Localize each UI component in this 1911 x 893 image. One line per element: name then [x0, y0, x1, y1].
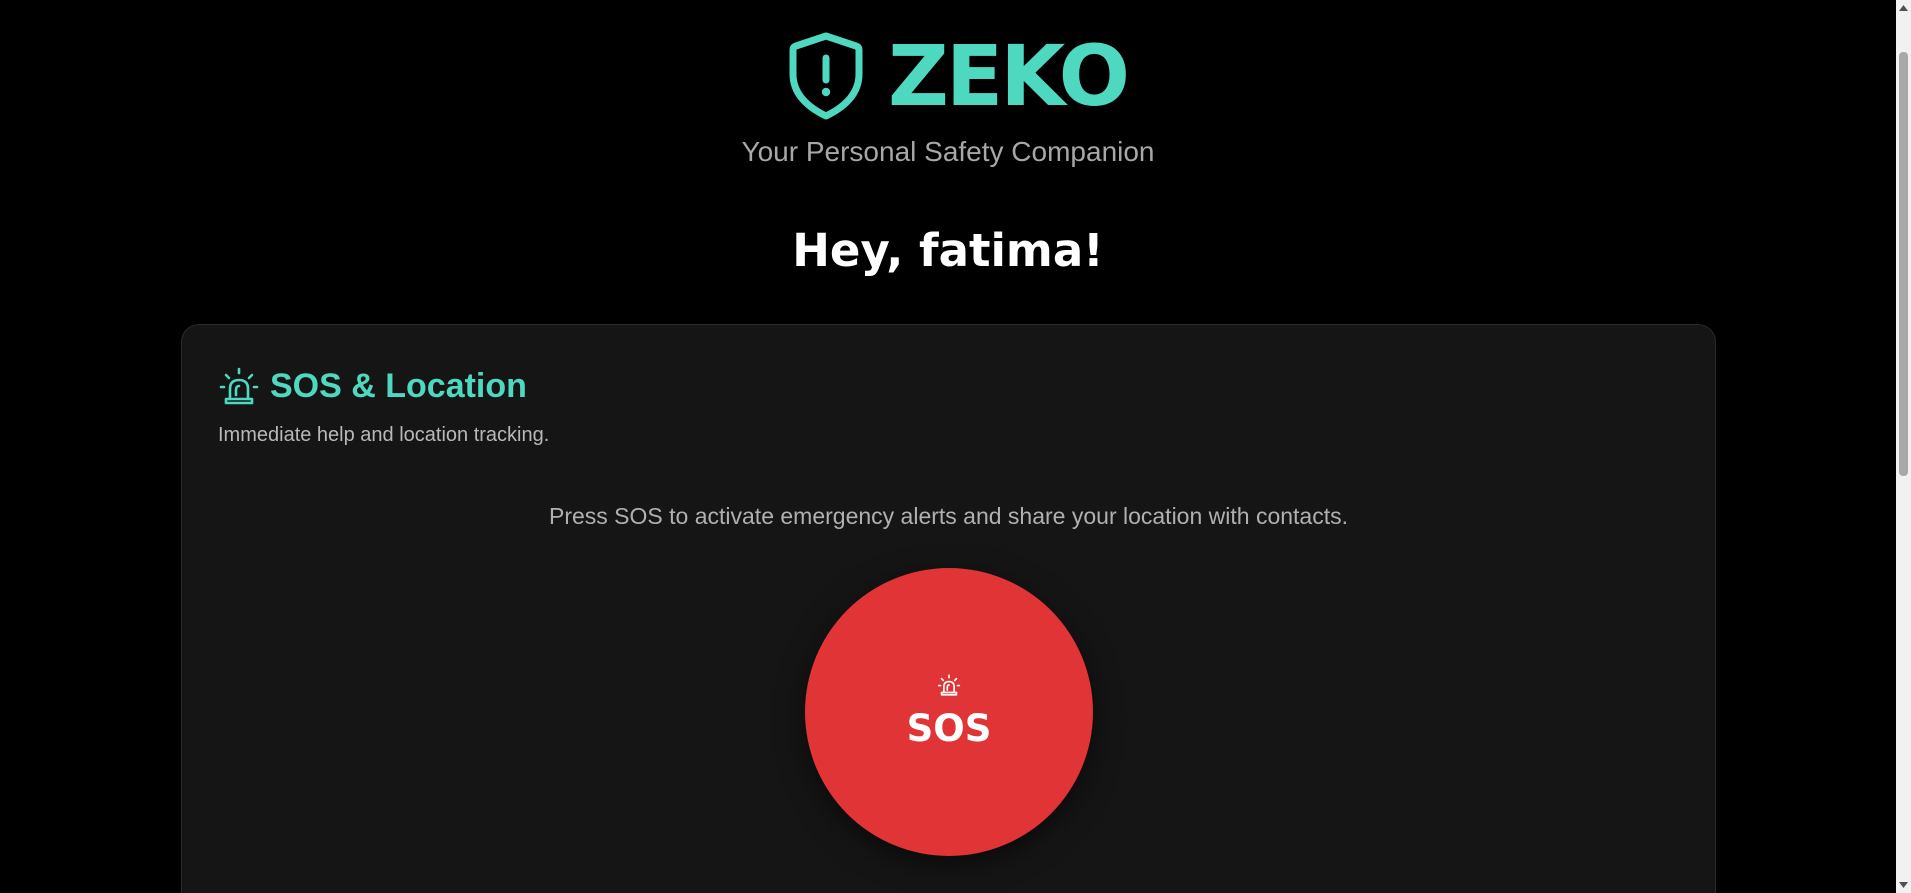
sos-button-label: SOS	[906, 706, 992, 750]
siren-icon	[937, 673, 961, 696]
sos-button[interactable]: SOS	[805, 568, 1093, 856]
scroll-down-arrow-icon[interactable]	[1896, 877, 1911, 893]
card-header: SOS & Location	[218, 365, 527, 407]
vertical-scrollbar[interactable]	[1896, 0, 1911, 893]
greeting-heading: Hey, fatima!	[792, 224, 1104, 277]
brand: ZEKO	[786, 24, 1130, 128]
sos-instructions: Press SOS to activate emergency alerts a…	[549, 503, 1348, 529]
scroll-up-arrow-icon[interactable]	[1896, 0, 1911, 16]
shield-alert-icon	[789, 32, 863, 120]
brand-name: ZEKO	[888, 27, 1130, 125]
sos-location-card: SOS & Location Immediate help and locati…	[181, 324, 1716, 893]
app-page: ZEKO Your Personal Safety Companion Hey,…	[0, 0, 1911, 893]
tagline: Your Personal Safety Companion	[741, 136, 1155, 167]
card-subtitle: Immediate help and location tracking.	[218, 424, 550, 446]
siren-icon	[219, 367, 259, 405]
scrollbar-thumb[interactable]	[1899, 52, 1908, 476]
card-title: SOS & Location	[270, 366, 527, 405]
